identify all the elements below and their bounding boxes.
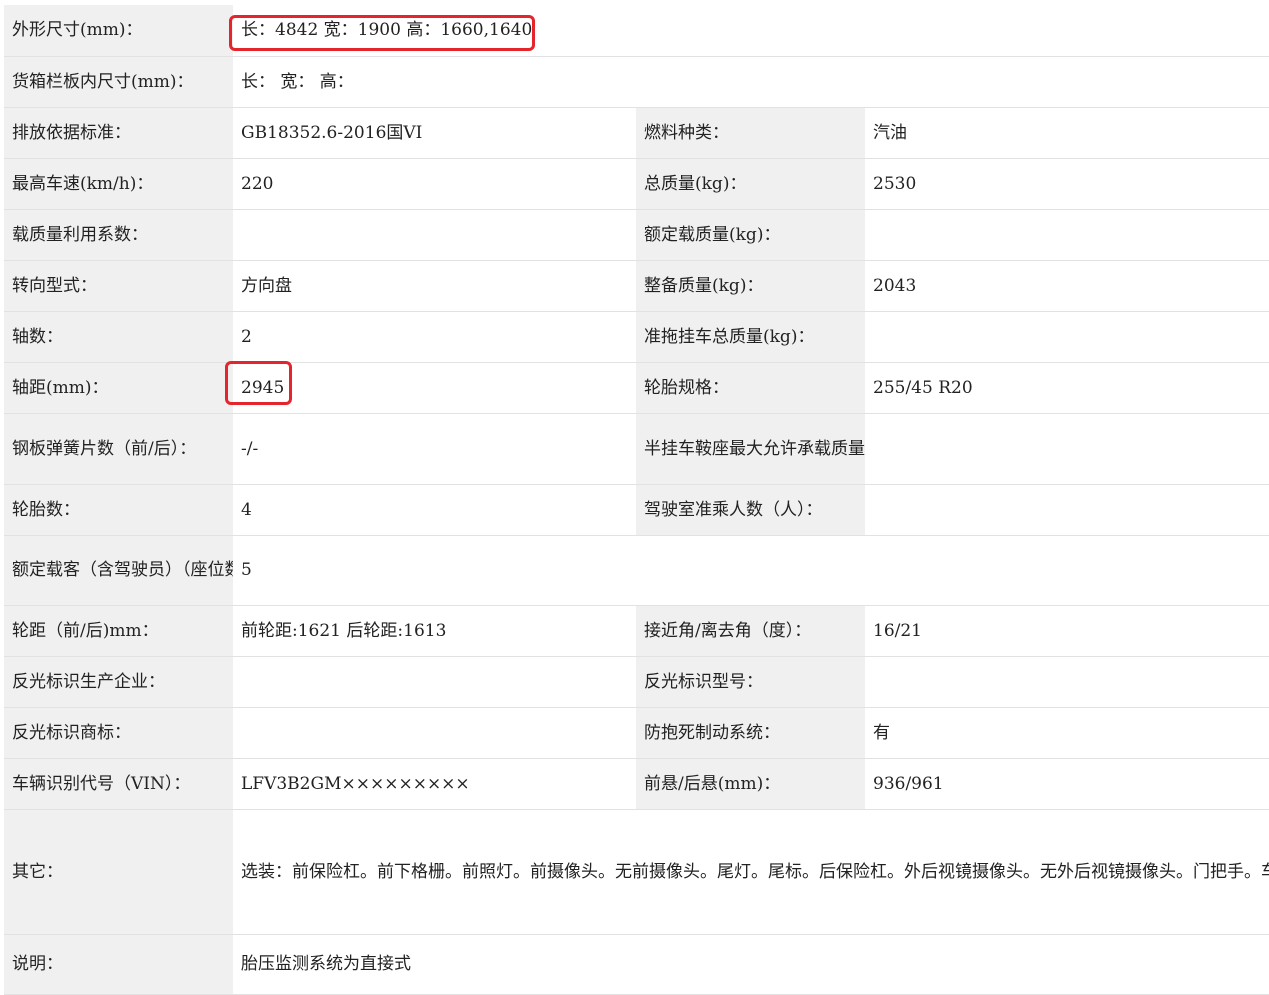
label-dimensions: 外形尺寸(mm)：: [4, 5, 233, 57]
value-load-factor: [233, 209, 636, 261]
value-reflector-model: [865, 656, 1269, 708]
label-wheelbase: 轴距(mm)：: [4, 362, 233, 414]
value-approach-angle: 16/21: [865, 605, 1269, 657]
label-reflector-model: 反光标识型号：: [636, 656, 865, 708]
value-curb-mass: 2043: [865, 260, 1269, 312]
label-vin: 车辆识别代号（VIN）：: [4, 758, 233, 810]
label-cab-occupants: 驾驶室准乘人数（人）：: [636, 484, 865, 536]
spec-row-emission: 排放依据标准： GB18352.6-2016国VI 燃料种类： 汽油: [4, 107, 1269, 159]
spec-row-note: 说明： 胎压监测系统为直接式: [4, 934, 1269, 995]
value-cargo-size: 长： 宽： 高：: [233, 56, 1269, 108]
spec-row-axles: 轴数： 2 准拖挂车总质量(kg)：: [4, 311, 1269, 363]
label-steering: 转向型式：: [4, 260, 233, 312]
label-other: 其它：: [4, 809, 233, 935]
value-vin: LFV3B2GM×××××××××: [233, 758, 636, 810]
value-track: 前轮距:1621 后轮距:1613: [233, 605, 636, 657]
label-leaf-springs: 钢板弹簧片数（前/后）：: [4, 413, 233, 485]
value-steering: 方向盘: [233, 260, 636, 312]
spec-row-track: 轮距（前/后)mm： 前轮距:1621 后轮距:1613 接近角/离去角（度）：…: [4, 605, 1269, 657]
label-saddle-load: 半挂车鞍座最大允许承载质量(kg)：: [636, 413, 865, 485]
label-rated-load: 额定载质量(kg)：: [636, 209, 865, 261]
value-cab-occupants: [865, 484, 1269, 536]
spec-row-speed: 最高车速(km/h)： 220 总质量(kg)： 2530: [4, 158, 1269, 210]
value-axles: 2: [233, 311, 636, 363]
spec-row-reflector-brand: 反光标识商标： 防抱死制动系统： 有: [4, 707, 1269, 759]
spec-row-cargo-size: 货箱栏板内尺寸(mm)： 长： 宽： 高：: [4, 56, 1269, 108]
value-note: 胎压监测系统为直接式: [233, 934, 1269, 995]
spec-row-tires: 轮胎数： 4 驾驶室准乘人数（人）：: [4, 484, 1269, 536]
spec-row-other: 其它： 选装：前保险杠。前下格栅。前照灯。前摄像头。无前摄像头。尾灯。尾标。后保…: [4, 809, 1269, 935]
value-tire-spec: 255/45 R20: [865, 362, 1269, 414]
label-reflector-maker: 反光标识生产企业：: [4, 656, 233, 708]
value-leaf-springs: -/-: [233, 413, 636, 485]
label-tire-spec: 轮胎规格：: [636, 362, 865, 414]
value-abs: 有: [865, 707, 1269, 759]
value-emission-standard: GB18352.6-2016国VI: [233, 107, 636, 159]
label-rated-passengers: 额定载客（含驾驶员）（座位数）：: [4, 535, 233, 606]
label-max-speed: 最高车速(km/h)：: [4, 158, 233, 210]
label-track: 轮距（前/后)mm：: [4, 605, 233, 657]
label-total-mass: 总质量(kg)：: [636, 158, 865, 210]
value-tire-count: 4: [233, 484, 636, 536]
label-load-factor: 载质量利用系数：: [4, 209, 233, 261]
value-rated-load: [865, 209, 1269, 261]
value-dimensions: 长：4842 宽：1900 高：1660,1640: [233, 5, 1269, 57]
spec-row-springs: 钢板弹簧片数（前/后）： -/- 半挂车鞍座最大允许承载质量(kg)：: [4, 413, 1269, 485]
label-fuel-type: 燃料种类：: [636, 107, 865, 159]
label-cargo-size: 货箱栏板内尺寸(mm)：: [4, 56, 233, 108]
label-overhang: 前悬/后悬(mm)：: [636, 758, 865, 810]
spec-row-dimensions: 外形尺寸(mm)： 长：4842 宽：1900 高：1660,1640: [4, 5, 1269, 57]
value-wheelbase: 2945: [233, 362, 636, 414]
vehicle-spec-table: 外形尺寸(mm)： 长：4842 宽：1900 高：1660,1640 货箱栏板…: [4, 5, 1269, 995]
label-tire-count: 轮胎数：: [4, 484, 233, 536]
label-approach-angle: 接近角/离去角（度）：: [636, 605, 865, 657]
label-reflector-brand: 反光标识商标：: [4, 707, 233, 759]
spec-row-vin: 车辆识别代号（VIN）： LFV3B2GM××××××××× 前悬/后悬(mm)…: [4, 758, 1269, 810]
label-axles: 轴数：: [4, 311, 233, 363]
value-rated-passengers: 5: [233, 535, 1269, 606]
spec-row-load: 载质量利用系数： 额定载质量(kg)：: [4, 209, 1269, 261]
label-curb-mass: 整备质量(kg)：: [636, 260, 865, 312]
value-total-mass: 2530: [865, 158, 1269, 210]
spec-row-steering: 转向型式： 方向盘 整备质量(kg)： 2043: [4, 260, 1269, 312]
value-overhang: 936/961: [865, 758, 1269, 810]
spec-row-passengers: 额定载客（含驾驶员）（座位数）： 5: [4, 535, 1269, 606]
value-reflector-maker: [233, 656, 636, 708]
value-trailer-mass: [865, 311, 1269, 363]
spec-row-reflector-maker: 反光标识生产企业： 反光标识型号：: [4, 656, 1269, 708]
spec-row-wheelbase: 轴距(mm)： 2945 轮胎规格： 255/45 R20: [4, 362, 1269, 414]
value-saddle-load: [865, 413, 1269, 485]
value-max-speed: 220: [233, 158, 636, 210]
label-abs: 防抱死制动系统：: [636, 707, 865, 759]
value-other: 选装：前保险杠。前下格栅。前照灯。前摄像头。无前摄像头。尾灯。尾标。后保险杠。外…: [233, 809, 1269, 935]
value-reflector-brand: [233, 707, 636, 759]
label-trailer-mass: 准拖挂车总质量(kg)：: [636, 311, 865, 363]
value-fuel-type: 汽油: [865, 107, 1269, 159]
label-emission-standard: 排放依据标准：: [4, 107, 233, 159]
label-note: 说明：: [4, 934, 233, 995]
